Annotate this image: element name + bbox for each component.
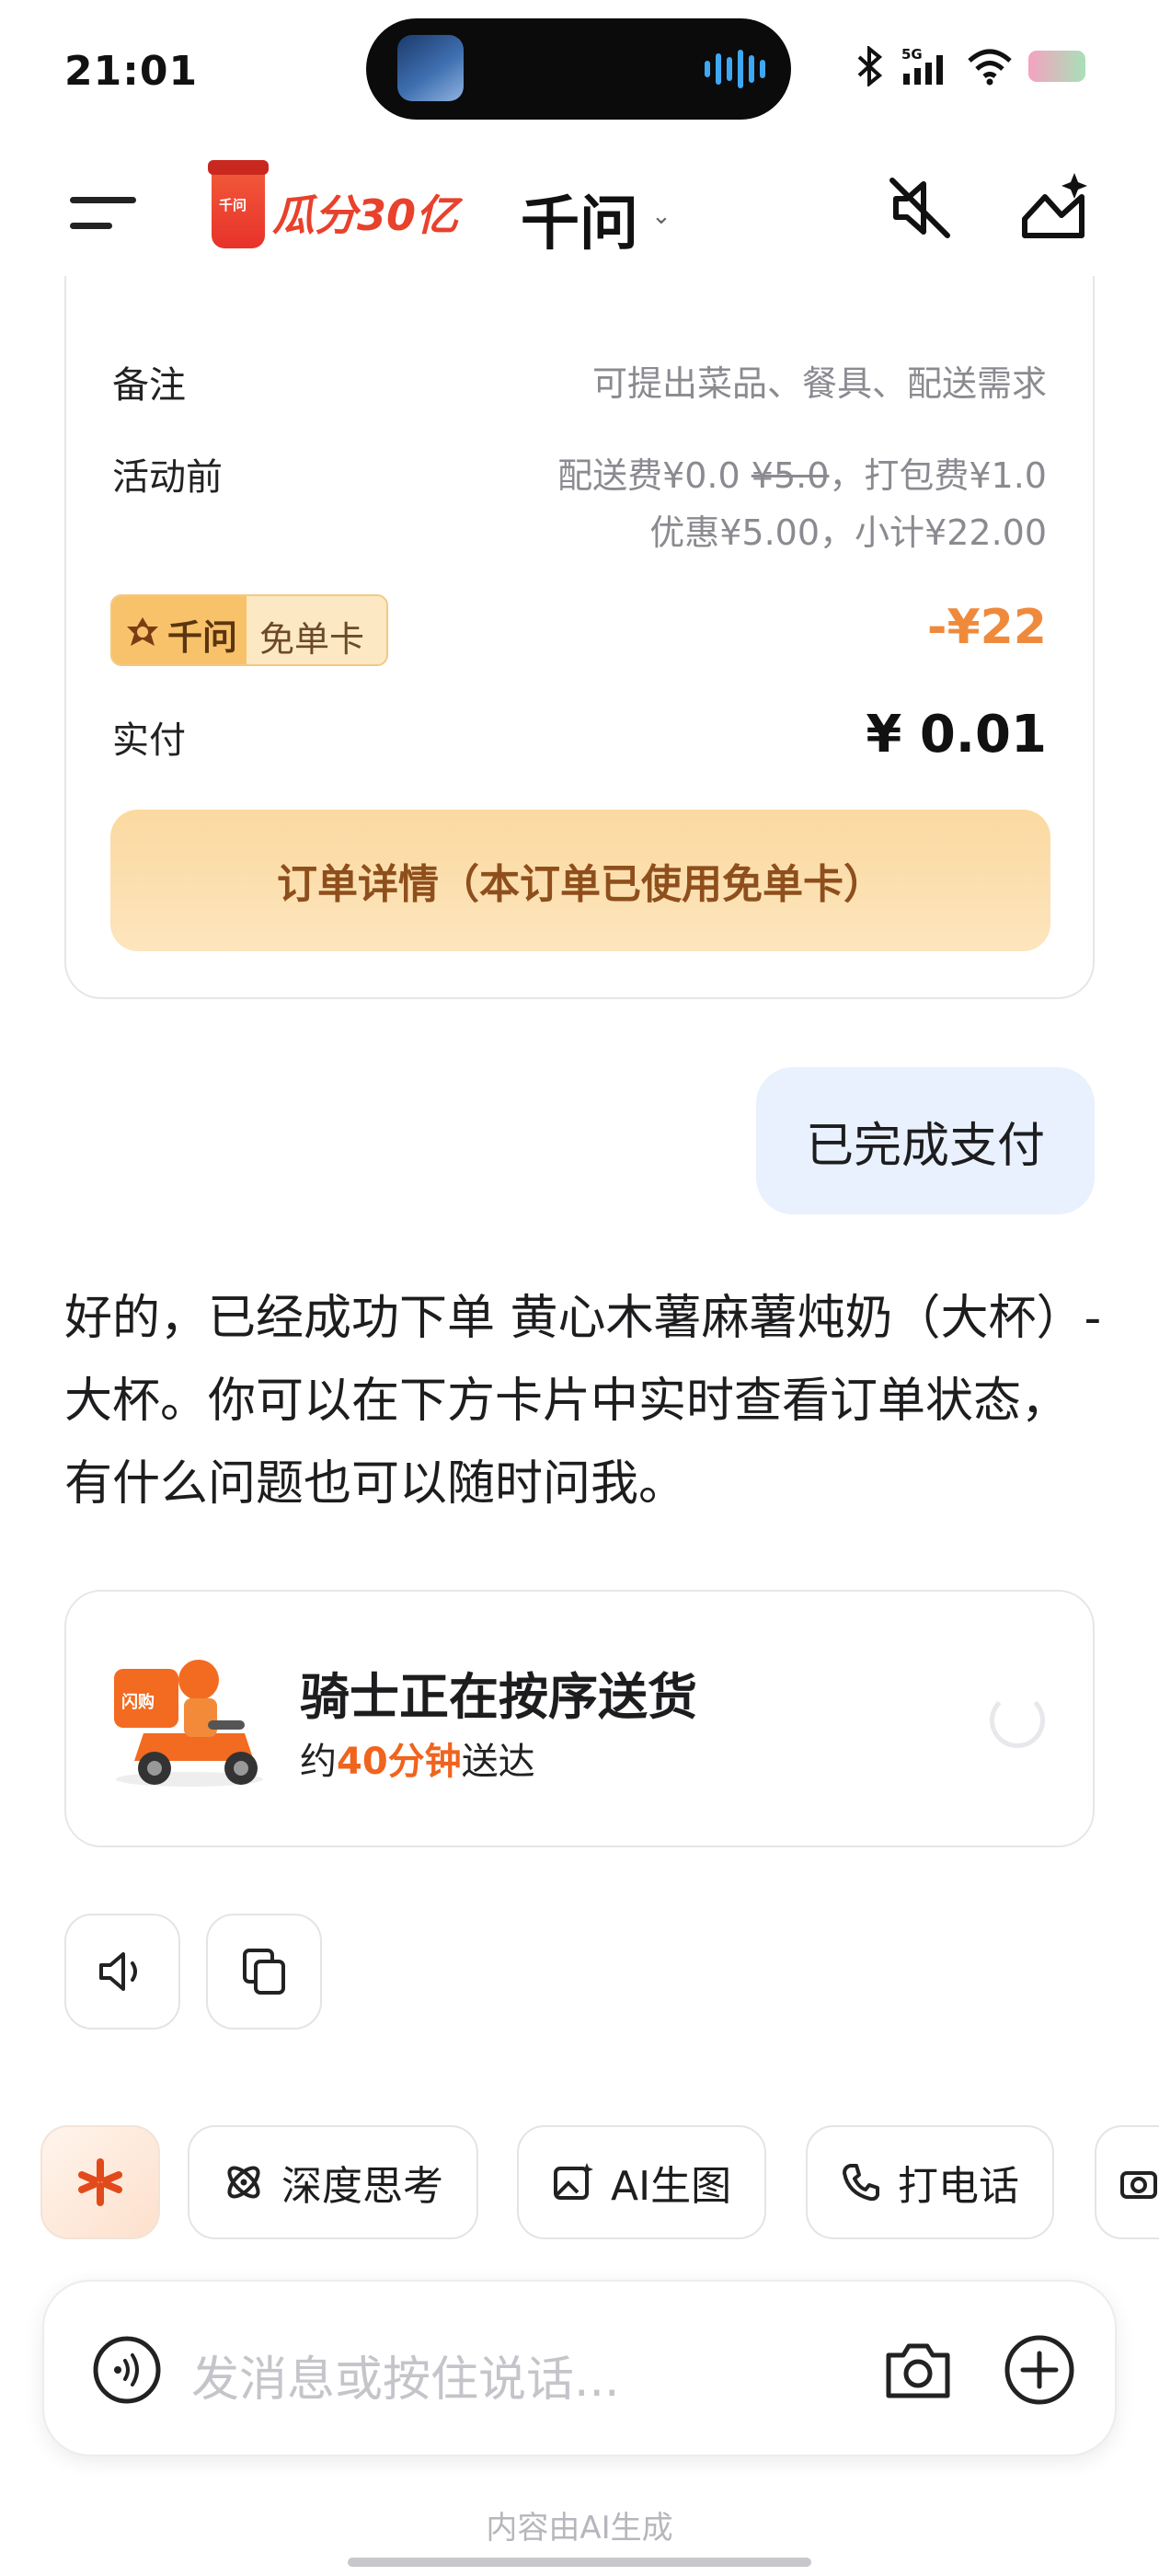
before-activity-line2: 优惠¥5.00，小计¥22.00 bbox=[649, 512, 1047, 553]
cup-label: 千问 bbox=[219, 197, 247, 213]
ai-image-chip[interactable]: AI生图 bbox=[517, 2125, 767, 2239]
dynamic-island[interactable] bbox=[366, 18, 791, 120]
image-icon bbox=[554, 2163, 593, 2200]
phone-call-chip[interactable]: 打电话 bbox=[806, 2125, 1054, 2239]
wifi-icon bbox=[968, 49, 1012, 86]
promo-banner-text[interactable]: 瓜分30亿 bbox=[272, 182, 458, 243]
delivery-title: 骑士正在按序送货 bbox=[300, 1668, 697, 1726]
music-artwork bbox=[397, 35, 464, 101]
promo-cup-logo[interactable]: 千问 bbox=[208, 160, 269, 248]
eta-time: 40分钟 bbox=[337, 1741, 462, 1783]
read-aloud-button[interactable] bbox=[64, 1914, 180, 2030]
delivery-eta: 约40分钟送达 bbox=[300, 1731, 535, 1785]
camera-chip[interactable] bbox=[1095, 2125, 1159, 2239]
status-icons: 5G bbox=[854, 46, 1085, 86]
refresh-icon[interactable] bbox=[990, 1693, 1045, 1748]
voice-icon[interactable] bbox=[92, 2335, 162, 2405]
camera-icon bbox=[1120, 2171, 1157, 2199]
camera-icon[interactable] bbox=[883, 2335, 953, 2405]
menu-icon[interactable] bbox=[70, 191, 136, 236]
eta-suffix: 送达 bbox=[461, 1741, 535, 1783]
phone-call-label: 打电话 bbox=[898, 2163, 1019, 2210]
before-activity-label: 活动前 bbox=[112, 456, 223, 499]
delivery-status-card[interactable]: 闪购 骑士正在按序送货 约40分钟送达 bbox=[64, 1590, 1095, 1847]
svg-text:5G: 5G bbox=[901, 46, 923, 63]
discount-amount: -¥22 bbox=[926, 600, 1047, 655]
ai-image-label: AI生图 bbox=[611, 2163, 732, 2210]
coupon-name: 免单卡 bbox=[259, 619, 365, 660]
plus-icon[interactable] bbox=[1003, 2333, 1076, 2407]
note-label: 备注 bbox=[112, 364, 186, 407]
bluetooth-icon bbox=[857, 46, 883, 86]
audio-wave-icon bbox=[705, 50, 765, 88]
user-message-bubble[interactable]: 已完成支付 bbox=[755, 1067, 1095, 1214]
speaker-icon bbox=[99, 1952, 137, 1991]
battery-icon bbox=[1028, 51, 1085, 82]
message-input[interactable]: 发消息或按住说话... bbox=[191, 2340, 620, 2409]
eta-prefix: 约 bbox=[300, 1741, 337, 1783]
before-activity-line1: 配送费¥0.0 ¥5.0，打包费¥1.0 bbox=[557, 447, 1047, 498]
status-time: 21:01 bbox=[64, 48, 199, 95]
deep-think-label: 深度思考 bbox=[281, 2163, 443, 2210]
free-order-coupon-badge: 千问 免单卡 bbox=[110, 594, 388, 666]
assistant-shortcut-button[interactable] bbox=[40, 2125, 160, 2239]
svg-text:闪购: 闪购 bbox=[121, 1692, 155, 1712]
order-detail-button[interactable]: 订单详情（本订单已使用免单卡） bbox=[110, 810, 1050, 951]
app-title[interactable]: 千问 bbox=[521, 177, 638, 261]
phone-icon bbox=[843, 2164, 879, 2202]
copy-button[interactable] bbox=[206, 1914, 322, 2030]
message-input-bar[interactable]: 发消息或按住说话... bbox=[42, 2280, 1117, 2456]
assistant-reply: 好的，已经成功下单 黄心木薯麻薯炖奶（大杯）-大杯。你可以在下方卡片中实时查看订… bbox=[64, 1291, 1102, 1512]
paid-amount: ¥ 0.01 bbox=[866, 705, 1047, 765]
chevron-down-icon[interactable]: ⌄ bbox=[651, 202, 671, 230]
ai-generated-note: 内容由AI生成 bbox=[486, 2510, 673, 2547]
deep-think-chip[interactable]: 深度思考 bbox=[188, 2125, 478, 2239]
packing-fee-text: ，打包费¥1.0 bbox=[829, 455, 1047, 496]
copy-icon bbox=[243, 1949, 285, 1995]
cellular-5g-icon: 5G bbox=[901, 46, 943, 85]
order-summary-card: 备注 可提出菜品、餐具、配送需求 活动前 配送费¥0.0 ¥5.0，打包费¥1.… bbox=[64, 276, 1095, 999]
delivery-scooter-icon: 闪购 bbox=[114, 1660, 263, 1787]
deep-think-icon bbox=[227, 2166, 260, 2199]
sparkle-icon bbox=[78, 2158, 122, 2206]
new-chat-icon[interactable] bbox=[1017, 169, 1095, 247]
qianwen-logo-icon bbox=[127, 617, 158, 646]
coupon-brand: 千问 bbox=[167, 617, 238, 658]
delivery-fee-text: 配送费¥0.0 bbox=[557, 455, 752, 496]
home-indicator[interactable] bbox=[348, 2558, 811, 2567]
paid-label: 实付 bbox=[112, 719, 186, 762]
mute-icon[interactable] bbox=[883, 171, 957, 245]
original-delivery-fee: ¥5.0 bbox=[751, 455, 830, 496]
note-value[interactable]: 可提出菜品、餐具、配送需求 bbox=[592, 355, 1047, 406]
